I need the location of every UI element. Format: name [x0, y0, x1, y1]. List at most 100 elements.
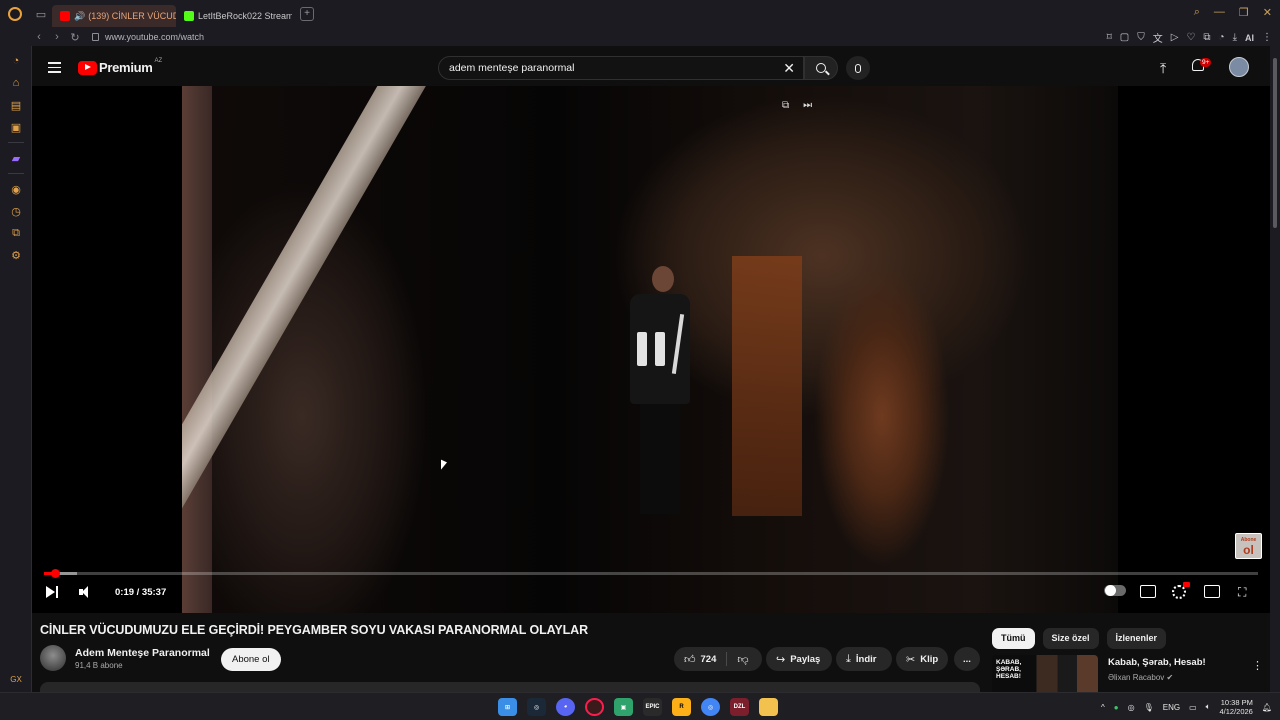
player-icon[interactable]: ▷ [1171, 32, 1179, 43]
chip-all[interactable]: Tümü [992, 628, 1035, 649]
gx-mods-icon[interactable]: ▣ [0, 116, 32, 138]
bookmark-icon[interactable]: ⌑ [1107, 32, 1112, 43]
heart-icon[interactable]: ♡ [1186, 32, 1195, 43]
search-button[interactable] [804, 56, 838, 80]
recommended-video[interactable]: KABAB, ŞƏRAB, HESAB! Kabab, Şərab, Hesab… [992, 655, 1263, 692]
discord-icon[interactable]: ◕ [556, 698, 575, 716]
dzl-icon[interactable]: DZL [730, 698, 749, 716]
fullscreen-icon[interactable]: ⛶ [1238, 585, 1254, 599]
windows-icon[interactable]: ⊞ [498, 698, 517, 716]
recommended-title[interactable]: Kabab, Şərab, Hesab! [1108, 657, 1206, 668]
chip-for-you[interactable]: Size özel [1042, 628, 1099, 649]
tab-islands-icon[interactable]: ▭ [30, 0, 52, 28]
player-icon[interactable]: ◉ [0, 178, 32, 200]
theater-mode-icon[interactable] [1204, 585, 1220, 598]
gx-control-icon[interactable]: ◔ [0, 50, 32, 72]
twitch-icon[interactable]: ▰ [0, 147, 32, 169]
subtitles-icon[interactable] [1140, 585, 1156, 598]
pause-overlay-icon[interactable] [637, 332, 667, 366]
rockstar-icon[interactable]: R [672, 698, 691, 716]
scrollbar-thumb[interactable] [1273, 58, 1277, 228]
app-icon[interactable]: ▣ [614, 698, 633, 716]
gx-cleaner-icon[interactable]: ▤ [0, 94, 32, 116]
extensions-icon[interactable]: ⧉ [0, 222, 32, 244]
video-frame[interactable]: ⧉ ⏭ [182, 86, 1118, 613]
download-button[interactable]: ⤓ İndir [836, 647, 892, 671]
progress-scrubber[interactable] [50, 569, 60, 578]
history-icon[interactable]: ◷ [0, 200, 32, 222]
tray-mic-icon[interactable]: 🎙︎ [1144, 703, 1154, 712]
chrome-icon[interactable]: ◎ [701, 698, 720, 716]
downloads-icon[interactable]: ⤓ [1233, 32, 1237, 43]
youtube-logo[interactable]: Premium AZ [78, 58, 162, 75]
network-icon[interactable]: ▭ [1189, 703, 1197, 712]
description-box[interactable] [40, 682, 980, 692]
notification-bell-icon[interactable]: 🔔︎ [1262, 703, 1272, 712]
menu-icon[interactable]: ⋮ [1262, 32, 1272, 43]
clear-search-icon[interactable]: ✕ [783, 60, 795, 77]
voice-search-button[interactable] [846, 56, 870, 80]
page-scrollbar[interactable] [1270, 46, 1280, 692]
account-avatar[interactable] [1229, 57, 1249, 77]
restore-button[interactable]: ❐ [1239, 6, 1249, 19]
watermark-big-text: ol [1243, 543, 1254, 557]
snapshot-icon[interactable]: ▢ [1120, 32, 1129, 43]
recommended-channel[interactable]: Əlixan Racabov ✔ [1108, 673, 1173, 682]
account-icon[interactable]: ◔ [1219, 32, 1225, 43]
ai-button[interactable]: AI [1245, 33, 1254, 43]
chip-watched[interactable]: İzlenenler [1106, 628, 1167, 649]
settings-icon[interactable]: ⚙ [0, 244, 32, 266]
settings-gear-icon[interactable] [1172, 585, 1186, 599]
share-button[interactable]: ↪ Paylaş [766, 647, 832, 671]
logo-text: Premium [99, 60, 153, 75]
hamburger-menu-icon[interactable] [48, 62, 61, 73]
video-player[interactable]: ⧉ ⏭ Abone ol 0:19 / 35:37 ⛶ [32, 86, 1270, 613]
clock[interactable]: 10:38 PM 4/12/2026 [1219, 698, 1252, 716]
tab-kick[interactable]: LetItBeRock022 Stream - [176, 5, 292, 27]
subscribe-button[interactable]: Abone ol [221, 648, 281, 671]
tab-youtube[interactable]: 🔊 (139) CİNLER VÜCUDU [52, 5, 176, 27]
new-tab-button[interactable]: + [300, 7, 314, 21]
address-bar: ‹ › ↻ www.youtube.com/watch ⌑ ▢ ⛉ 文 ▷ ♡ … [0, 28, 1280, 46]
play-button[interactable] [46, 586, 58, 598]
miniplayer-icon[interactable]: ⧉ [782, 100, 789, 111]
close-button[interactable]: ✕ [1263, 6, 1272, 19]
recommended-thumbnail[interactable]: KABAB, ŞƏRAB, HESAB! [992, 655, 1098, 692]
dislike-button[interactable]: 👎︎ [727, 647, 758, 671]
more-actions-button[interactable]: ... [954, 647, 980, 671]
url-field[interactable]: www.youtube.com/watch [105, 32, 204, 42]
search-tabs-icon[interactable]: ⌕ [1194, 6, 1200, 19]
minimize-button[interactable]: — [1214, 6, 1225, 19]
gx-corner-icon[interactable]: ⌂ [0, 72, 32, 94]
clip-button[interactable]: ✂ Klip [896, 647, 948, 671]
extensions-icon[interactable]: ⧉ [1203, 32, 1210, 43]
back-button[interactable]: ‹ [30, 31, 48, 43]
next-video-icon[interactable]: ⏭ [803, 100, 812, 111]
shield-icon[interactable]: ⛉ [1137, 32, 1145, 43]
language-indicator[interactable]: ENG [1163, 703, 1180, 712]
subscribe-watermark[interactable]: Abone ol [1235, 533, 1262, 559]
channel-name[interactable]: Adem Menteşe Paranormal [75, 647, 210, 659]
tray-steam-icon[interactable]: ◎ [1128, 703, 1135, 712]
progress-bar[interactable] [44, 569, 1258, 578]
epic-games-icon[interactable]: EPIC [643, 698, 662, 716]
file-explorer-icon[interactable] [759, 698, 778, 716]
opera-gx-menu-icon[interactable] [0, 0, 30, 28]
like-button[interactable]: 👍︎ 724 [674, 647, 726, 671]
volume-tray-icon[interactable]: 🔈︎ [1206, 702, 1211, 712]
reload-button[interactable]: ↻ [66, 31, 84, 44]
steam-icon[interactable]: ◎ [527, 698, 546, 716]
channel-avatar[interactable] [40, 645, 66, 671]
volume-icon[interactable] [79, 586, 93, 598]
tray-overflow-icon[interactable]: ^ [1101, 703, 1105, 712]
autoplay-toggle[interactable] [1104, 585, 1126, 596]
speaker-icon[interactable]: 🔊 [74, 11, 85, 22]
download-label: İndir [855, 653, 877, 665]
forward-button[interactable]: › [48, 31, 66, 43]
search-input[interactable]: adem menteşe paranormal ✕ [438, 56, 804, 80]
translate-icon[interactable]: 文 [1153, 30, 1163, 45]
recommended-more-icon[interactable]: ⋮ [1252, 659, 1263, 672]
opera-gx-icon[interactable] [585, 698, 604, 716]
create-upload-icon[interactable]: ⤒ [1160, 60, 1166, 77]
tray-app-icon[interactable]: ● [1114, 703, 1119, 712]
